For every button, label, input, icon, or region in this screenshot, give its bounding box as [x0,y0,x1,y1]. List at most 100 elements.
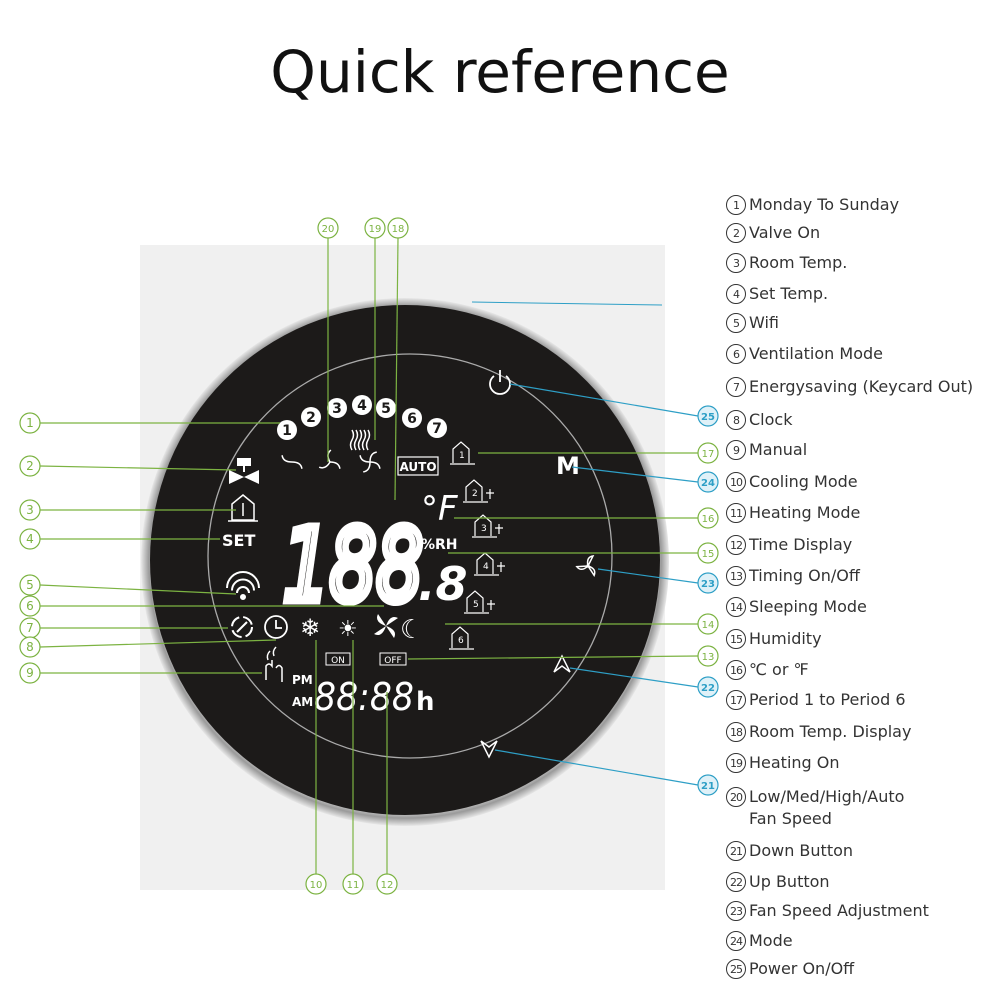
callout-19: 19 [364,217,386,239]
legend-label: Power On/Off [749,959,855,978]
callout-number: 15 [702,549,715,560]
callout-11: 11 [342,873,364,895]
legend-label: Heating Mode [749,503,861,522]
legend-number: 23 [726,901,746,921]
moon-icon: ☾ [400,615,423,645]
callout-number: 20 [322,224,335,235]
legend-label: Room Temp. [749,253,848,272]
legend-number: 7 [726,377,746,397]
day-number: 7 [432,421,442,437]
callout-number: 13 [702,652,715,663]
callout-1: 1 [19,412,41,434]
legend-number: 6 [726,344,746,364]
legend-item-12: 12 Time Display [726,535,852,555]
legend-label: ℃ or ℉ [749,660,809,679]
snowflake-icon: ❄ [300,614,320,642]
auto-label: AUTO [399,460,436,474]
legend-number: 13 [726,566,746,586]
legend-item-15: 15 Humidity [726,629,822,649]
legend-label: Manual [749,440,808,459]
callout-number: 17 [702,449,715,460]
callout-5: 5 [19,574,41,596]
legend-label-continued: Fan Speed [749,809,832,828]
timer-off-label: OFF [384,656,401,666]
callout-14: 14 [697,613,719,635]
legend-label: Heating On [749,753,840,772]
legend-item-1: 1 Monday To Sunday [726,195,899,215]
period-number: 6 [458,636,464,646]
legend-number: 20 [726,787,746,807]
callout-17: 17 [697,442,719,464]
callout-number: 3 [26,503,34,517]
legend-item-10: 10 Cooling Mode [726,472,858,492]
legend-item-25: 25 Power On/Off [726,959,854,979]
legend-item-23: 23 Fan Speed Adjustment [726,901,929,921]
callout-13: 13 [697,645,719,667]
legend-label: Set Temp. [749,284,829,303]
legend-number: 1 [726,195,746,215]
callout-24: 24 [697,471,719,493]
callout-9: 9 [19,662,41,684]
period-number: 5 [473,600,479,610]
callout-21: 21 [697,774,719,796]
legend-item-22: 22 Up Button [726,872,830,892]
legend-item-16: 16 ℃ or ℉ [726,660,809,680]
set-label: SET [222,531,255,550]
legend-number: 8 [726,410,746,430]
legend-number: 5 [726,313,746,333]
legend-label: Period 1 to Period 6 [749,690,906,709]
legend-number: 15 [726,629,746,649]
legend-label: Time Display [749,535,853,554]
callout-number: 19 [369,224,382,235]
callout-number: 24 [701,478,715,489]
legend-label: Mode [749,931,793,950]
legend-number: 22 [726,872,746,892]
day-number: 3 [332,401,342,417]
legend-label: Down Button [749,841,854,860]
callout-10: 10 [305,873,327,895]
period-number: 1 [459,451,465,461]
day-number: 5 [381,401,391,417]
legend-item-11: 11 Heating Mode [726,503,860,523]
legend-label: Up Button [749,872,830,891]
legend-number: 19 [726,753,746,773]
legend-label: Timing On/Off [749,566,860,585]
callout-number: 22 [701,683,715,694]
legend-item-18: 18 Room Temp. Display [726,722,911,742]
callout-4: 4 [19,528,41,550]
mode-button[interactable]: M [556,452,580,480]
day-number: 2 [306,410,316,426]
callout-number: 4 [26,532,34,546]
legend-number: 9 [726,440,746,460]
day-number: 4 [357,398,367,414]
callout-2: 2 [19,455,41,477]
unit-label: °F [421,489,458,529]
callout-6: 6 [19,595,41,617]
callout-number: 1 [26,416,34,430]
legend-item-17: 17 Period 1 to Period 6 [726,690,906,710]
callout-20: 20 [317,217,339,239]
callout-number: 11 [347,880,360,891]
legend-number: 2 [726,223,746,243]
callout-number: 9 [26,666,34,680]
legend-number: 21 [726,841,746,861]
callout-number: 10 [310,880,323,891]
callout-3: 3 [19,499,41,521]
legend-number: 24 [726,931,746,951]
day-number: 1 [282,423,292,439]
legend-item-2: 2 Valve On [726,223,820,243]
legend-item-4: 4 Set Temp. [726,284,828,304]
legend-item-21: 21 Down Button [726,841,853,861]
legend-label: Cooling Mode [749,472,858,491]
callout-25: 25 [697,405,719,427]
callout-7: 7 [19,617,41,639]
callout-number: 25 [701,412,715,423]
legend-label: Monday To Sunday [749,195,900,214]
callout-number: 6 [26,599,34,613]
legend-number: 4 [726,284,746,304]
legend-label: Room Temp. Display [749,722,912,741]
day-number: 6 [407,411,417,427]
legend-item-8: 8 Clock [726,410,792,430]
callout-number: 14 [702,620,715,631]
legend-label: Wifi [749,313,779,332]
